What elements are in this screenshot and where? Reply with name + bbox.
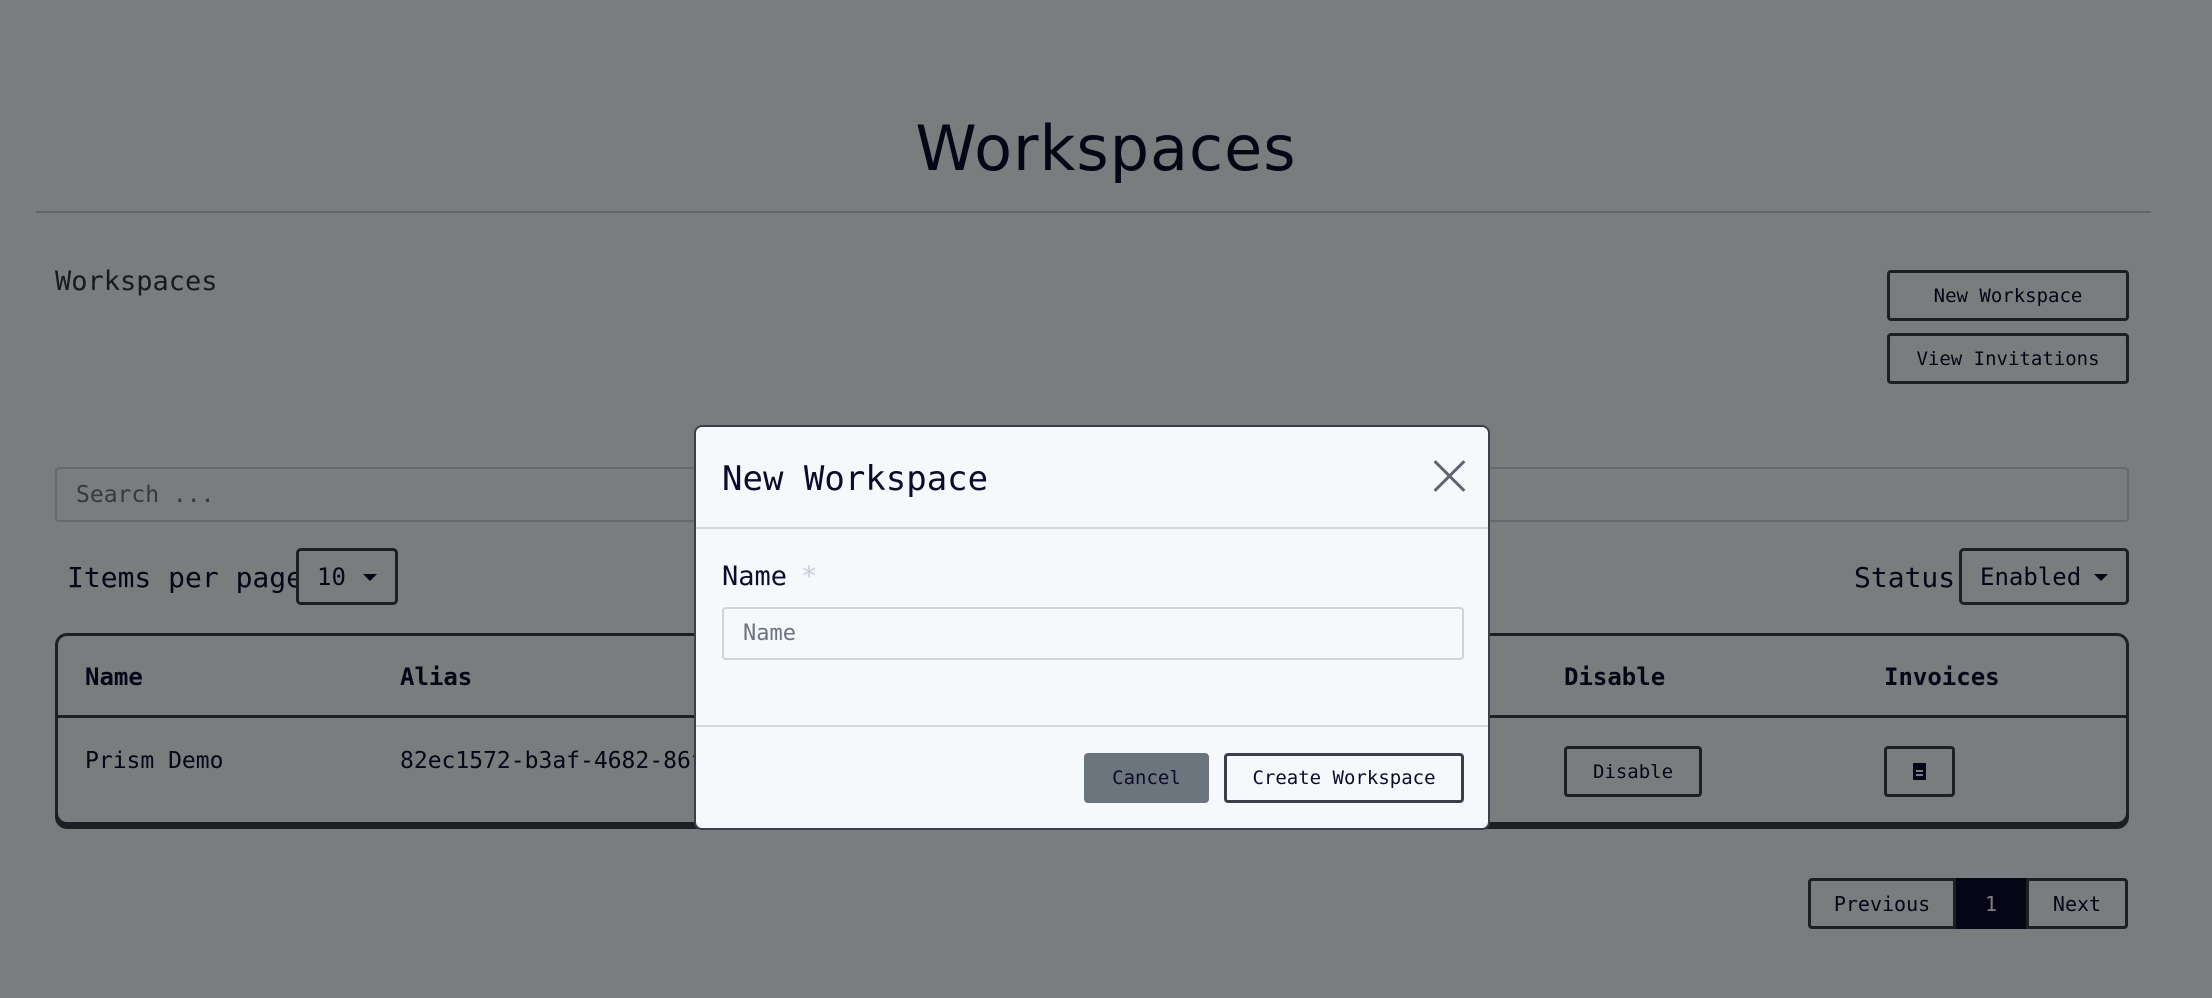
- name-label-text: Name: [722, 561, 788, 592]
- cancel-button[interactable]: Cancel: [1084, 753, 1209, 803]
- name-input[interactable]: [722, 607, 1464, 660]
- close-icon[interactable]: [1432, 459, 1466, 493]
- new-workspace-modal: New Workspace Name * Cancel Create Worksp…: [694, 425, 1490, 830]
- modal-header: New Workspace: [696, 427, 1488, 529]
- modal-title: New Workspace: [722, 459, 989, 499]
- required-marker: *: [801, 561, 818, 592]
- modal-footer: Cancel Create Workspace: [696, 725, 1488, 828]
- create-workspace-button[interactable]: Create Workspace: [1224, 753, 1464, 803]
- name-field-label: Name *: [722, 561, 817, 592]
